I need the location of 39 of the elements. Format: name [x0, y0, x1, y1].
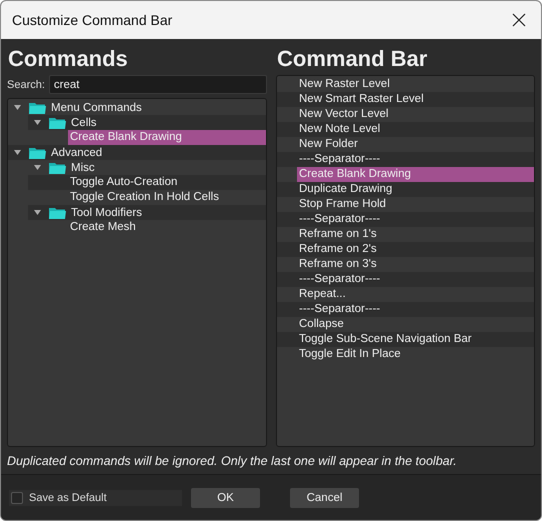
folder-icon	[49, 116, 66, 128]
search-field[interactable]: creat	[48, 75, 267, 94]
folder-icon	[49, 162, 66, 174]
checkbox-box[interactable]	[11, 492, 23, 504]
command-bar-item[interactable]: Repeat...	[297, 287, 534, 302]
dialog-button[interactable]: OK	[191, 488, 260, 508]
command-bar-item[interactable]: Stop Frame Hold	[297, 197, 534, 212]
dialog-button[interactable]: Cancel	[290, 488, 359, 508]
tree-folder-label[interactable]: Advanced	[51, 146, 102, 158]
command-bar-item[interactable]: Reframe on 1's	[297, 227, 534, 242]
expand-arrow-icon[interactable]	[14, 150, 21, 155]
command-bar-item[interactable]: New Vector Level	[297, 107, 534, 122]
close-icon[interactable]	[512, 13, 526, 27]
command-bar-heading: Command Bar	[277, 45, 428, 73]
folder-icon	[29, 102, 46, 114]
window-title: Customize Command Bar	[12, 12, 172, 28]
command-bar-item[interactable]: New Folder	[297, 137, 534, 152]
command-bar-item[interactable]: Collapse	[297, 317, 534, 332]
save-default-label: Save as Default	[29, 492, 107, 504]
search-label: Search:	[7, 78, 45, 90]
folder-icon	[29, 146, 46, 158]
tree-folder-label[interactable]: Misc	[71, 162, 95, 174]
expand-arrow-icon[interactable]	[34, 120, 41, 125]
tree-command-item[interactable]: Create Blank Drawing	[68, 130, 266, 145]
command-bar-item[interactable]: New Raster Level	[297, 77, 534, 92]
command-bar-item[interactable]: Create Blank Drawing	[297, 167, 534, 182]
duplicate-note: Duplicated commands will be ignored. Only the last one will appear in the toolbar.	[7, 454, 458, 468]
folder-icon	[49, 206, 66, 218]
command-bar-item[interactable]: Reframe on 3's	[297, 257, 534, 272]
command-bar-item[interactable]: Toggle Edit In Place	[297, 347, 534, 362]
tree-folder-label[interactable]: Menu Commands	[51, 102, 142, 114]
expand-arrow-icon[interactable]	[34, 210, 41, 215]
save-default-checkbox[interactable]: Save as Default	[9, 490, 182, 506]
commands-heading: Commands	[8, 45, 129, 73]
expand-arrow-icon[interactable]	[14, 105, 21, 110]
tree-command-item[interactable]: Toggle Creation In Hold Cells	[68, 190, 266, 205]
expand-arrow-icon[interactable]	[34, 165, 41, 170]
tree-folder-label[interactable]: Cells	[71, 116, 97, 128]
tree-command-item[interactable]: Create Mesh	[68, 220, 266, 235]
